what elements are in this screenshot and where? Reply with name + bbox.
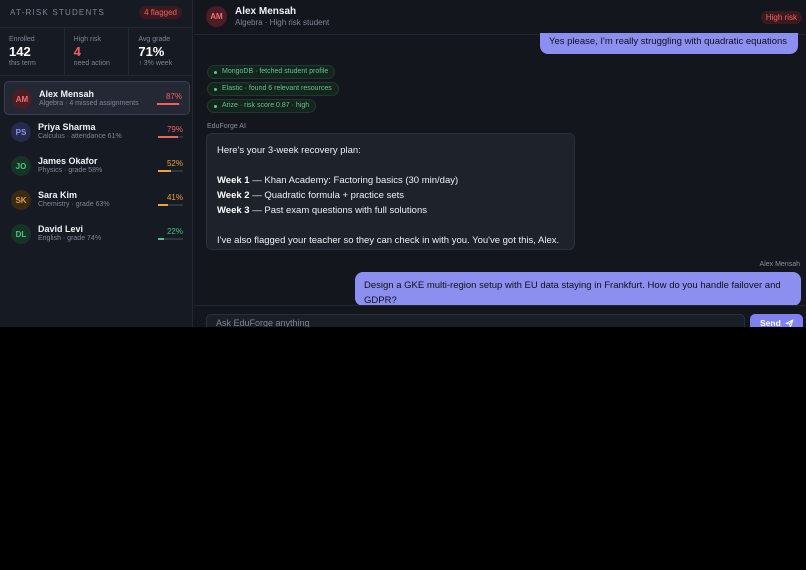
stat-label: Enrolled <box>9 36 35 43</box>
stat-sub: this term <box>9 60 36 67</box>
avatar: DL <box>11 224 31 244</box>
status-dot-icon <box>214 88 217 91</box>
flagged-count-badge: 4 flagged <box>139 6 182 19</box>
plan-week-3: Week 3 — Past exam questions with full s… <box>217 203 564 218</box>
stats-row: Enrolled 142 this term High risk 4 need … <box>0 27 193 76</box>
week-text: — Quadratic formula + practice sets <box>249 190 405 201</box>
user-message: Design a GKE multi-region setup with EU … <box>355 272 801 306</box>
student-meta: Algebra · 4 missed assignments <box>39 100 139 107</box>
risk-bar <box>157 103 182 105</box>
sidebar-header: AT-RISK STUDENTS 4 flagged <box>10 6 182 20</box>
tool-call-text: MongoDB · fetched student profile <box>222 68 329 75</box>
risk-bar-fill <box>158 204 169 206</box>
ai-intro: Here's your 3-week recovery plan: <box>217 145 361 156</box>
risk-percent: 52% <box>166 159 183 168</box>
student-meta: Calculus · attendance 61% <box>38 133 122 140</box>
risk-percent: 41% <box>166 193 183 202</box>
student-name: Priya Sharma <box>38 122 96 132</box>
student-meta: Chemistry · grade 63% <box>38 201 110 208</box>
sidebar-title: AT-RISK STUDENTS <box>10 8 106 17</box>
tool-call-chip: Arize · risk score 0.87 · high <box>207 99 317 113</box>
stat-avg-grade: Avg grade 71% ↑ 3% week <box>129 28 193 75</box>
student-name: Alex Mensah <box>39 89 95 99</box>
risk-percent: 87% <box>165 92 182 101</box>
student-subtitle: Algebra · High risk student <box>235 18 330 27</box>
status-dot-icon <box>214 71 217 74</box>
student-list: AM Alex Mensah Algebra · 4 missed assign… <box>4 81 190 251</box>
plan-week-2: Week 2 — Quadratic formula + practice se… <box>217 188 564 203</box>
stat-value: 4 <box>73 44 81 59</box>
tool-call-text: Elastic · found 6 relevant resources <box>222 85 332 92</box>
plan-week-1: Week 1 — Khan Academy: Factoring basics … <box>217 173 564 188</box>
risk-bar <box>158 204 183 206</box>
send-button[interactable]: Send <box>750 314 803 327</box>
stat-sub: need action <box>73 60 110 67</box>
ai-sender-label: EduForge AI <box>207 123 246 130</box>
avatar: PS <box>11 122 31 142</box>
student-item-james-okafor[interactable]: JO James Okafor Physics · grade 58% 52% <box>4 149 190 183</box>
avatar: JO <box>11 156 31 176</box>
student-meta: Physics · grade 58% <box>38 167 103 174</box>
stat-label: Avg grade <box>138 36 171 43</box>
user-sender-label: Alex Mensah <box>759 261 800 268</box>
avatar: AM <box>206 6 227 27</box>
stat-sub: ↑ 3% week <box>138 60 173 67</box>
student-item-alex-mensah[interactable]: AM Alex Mensah Algebra · 4 missed assign… <box>4 81 190 115</box>
user-message: Yes please, I'm really struggling with q… <box>540 33 798 54</box>
tool-call-chip: Elastic · found 6 relevant resources <box>207 82 339 96</box>
app-window: AT-RISK STUDENTS 4 flagged Enrolled 142 … <box>0 0 806 327</box>
stat-high-risk: High risk 4 need action <box>65 28 130 75</box>
chat-header: AM Alex Mensah Algebra · High risk stude… <box>194 0 806 35</box>
chat-input[interactable] <box>206 314 745 327</box>
risk-bar <box>158 136 183 138</box>
week-text: — Past exam questions with full solution… <box>249 205 427 216</box>
student-meta: English · grade 74% <box>38 235 102 242</box>
risk-bar <box>158 238 183 240</box>
sidebar: AT-RISK STUDENTS 4 flagged Enrolled 142 … <box>0 0 193 327</box>
week-text: — Khan Academy: Factoring basics (30 min… <box>249 175 459 186</box>
risk-bar-fill <box>158 238 164 240</box>
stat-enrolled: Enrolled 142 this term <box>0 28 65 75</box>
student-item-sara-kim[interactable]: SK Sara Kim Chemistry · grade 63% 41% <box>4 183 190 217</box>
week-label: Week 3 <box>217 205 250 216</box>
stat-label: High risk <box>73 36 101 43</box>
week-label: Week 1 <box>217 175 250 186</box>
risk-percent: 79% <box>166 125 183 134</box>
risk-bar-fill <box>158 170 171 172</box>
ai-outro: I've also flagged your teacher so they c… <box>217 235 560 246</box>
risk-percent: 22% <box>166 227 183 236</box>
student-name-title: Alex Mensah <box>235 6 297 17</box>
composer: Send <box>194 305 806 327</box>
paper-plane-icon <box>785 318 794 327</box>
chat-panel: AM Alex Mensah Algebra · High risk stude… <box>194 0 806 327</box>
student-item-priya-sharma[interactable]: PS Priya Sharma Calculus · attendance 61… <box>4 115 190 149</box>
avatar: AM <box>12 89 32 109</box>
tool-call-chip: MongoDB · fetched student profile <box>207 65 336 79</box>
avatar: SK <box>11 190 31 210</box>
week-label: Week 2 <box>217 190 250 201</box>
risk-bar-fill <box>157 103 179 105</box>
student-name: Sara Kim <box>38 190 78 200</box>
stat-value: 142 <box>9 44 31 59</box>
student-item-david-levi[interactable]: DL David Levi English · grade 74% 22% <box>4 217 190 251</box>
student-name: James Okafor <box>38 156 98 166</box>
risk-bar-fill <box>158 136 178 138</box>
student-name: David Levi <box>38 224 84 234</box>
stat-value: 71% <box>138 44 165 59</box>
tool-call-text: Arize · risk score 0.87 · high <box>222 102 310 109</box>
ai-message: Here's your 3-week recovery plan: Week 1… <box>206 133 575 250</box>
risk-bar <box>158 170 183 172</box>
risk-badge: High risk <box>760 11 802 24</box>
send-label: Send <box>760 318 781 327</box>
status-dot-icon <box>214 105 217 108</box>
